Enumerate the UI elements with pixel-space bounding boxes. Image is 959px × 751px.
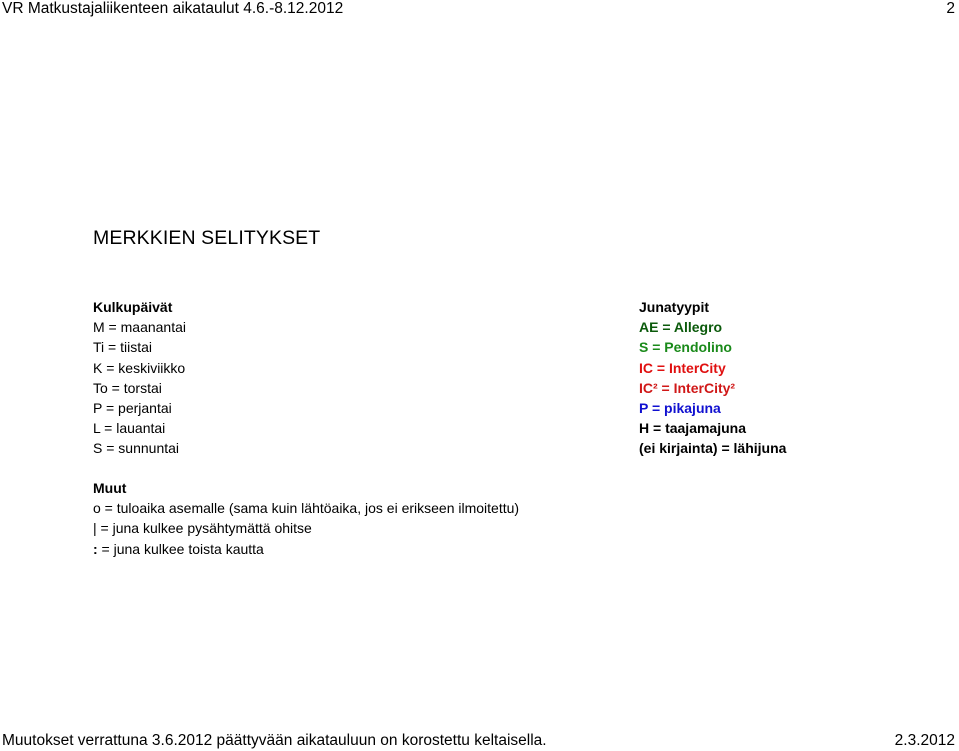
symbol-arrival-description: = tuloaika asemalle (sama kuin lähtöaika…	[100, 500, 520, 517]
document-title: VR Matkustajaliikenteen aikataulut 4.6.-…	[2, 0, 344, 17]
day-item-saturday: L = lauantai	[93, 420, 166, 437]
other-symbols-section: Muut o = tuloaika asemalle (sama kuin lä…	[93, 478, 519, 559]
day-item-sunday: S = sunnuntai	[93, 440, 180, 457]
train-types-title: Junatyypit	[639, 299, 710, 315]
operating-days-title: Kulkupäivät	[93, 299, 173, 315]
symbol-arrival: o	[93, 500, 101, 517]
other-symbols-title: Muut	[93, 480, 127, 496]
symbol-item-arrival: o = tuloaika asemalle (sama kuin lähtöai…	[93, 498, 519, 518]
symbol-item-pass-through: | = juna kulkee pysähtymättä ohitse	[93, 518, 519, 538]
legend-heading: MERKKIEN SELITYKSET	[93, 227, 321, 249]
footer-changes-note: Muutokset verrattuna 3.6.2012 päättyvään…	[2, 732, 547, 749]
day-item-thursday: To = torstai	[93, 379, 162, 396]
symbol-pass-through-description: = juna kulkee pysähtymättä ohitse	[96, 520, 312, 537]
footer-date: 2.3.2012	[894, 732, 955, 749]
train-type-commuter: (ei kirjainta) = lähijuna	[639, 440, 787, 457]
train-type-pendolino: S = Pendolino	[639, 339, 732, 356]
symbol-other-route-description: = juna kulkee toista kautta	[97, 540, 264, 557]
train-types-section: Junatyypit AE = Allegro S = Pendolino IC…	[639, 297, 786, 459]
symbol-item-other-route: : = juna kulkee toista kautta	[93, 539, 519, 559]
train-type-express: P = pikajuna	[639, 400, 721, 417]
day-item-monday: M = maanantai	[93, 319, 186, 336]
train-type-intercity2: IC² = InterCity²	[639, 379, 736, 396]
day-item-friday: P = perjantai	[93, 400, 172, 417]
train-type-regional: H = taajamajuna	[639, 420, 746, 437]
train-type-allegro: AE = Allegro	[639, 319, 723, 336]
train-type-intercity: IC = InterCity	[639, 359, 726, 376]
page-number: 2	[946, 0, 955, 17]
operating-days-section: Kulkupäivät M = maanantai Ti = tiistai K…	[93, 297, 186, 459]
day-item-tuesday: Ti = tiistai	[93, 339, 152, 356]
day-item-wednesday: K = keskiviikko	[93, 359, 186, 376]
